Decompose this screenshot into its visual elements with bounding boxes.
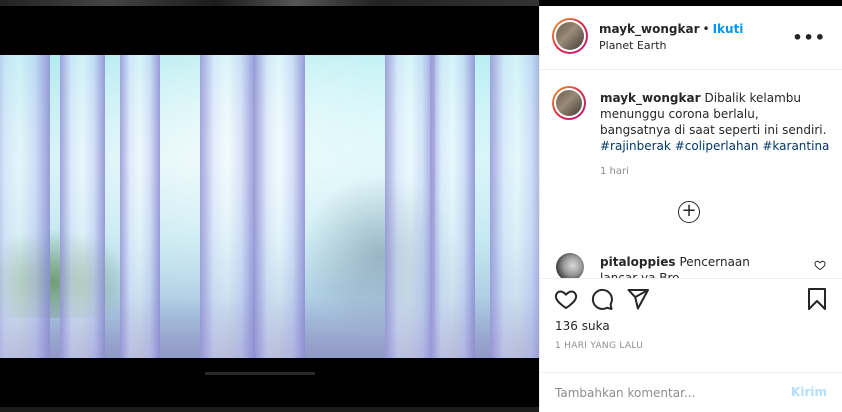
post-header: mayk_wongkar • Ikuti Planet Earth ••• [540, 6, 842, 70]
add-circle-icon[interactable]: + [678, 201, 700, 223]
comment-username[interactable]: pitaloppies [600, 255, 675, 269]
feed-peek-top [0, 0, 539, 6]
curtain-fold [120, 55, 160, 358]
video-progress-bar[interactable] [205, 372, 315, 375]
action-bar: 136 suka 1 HARI YANG LALU [540, 278, 842, 372]
comment-text: pitaloppies Pencernaan lancar ya Bro [600, 254, 790, 278]
username-link[interactable]: mayk_wongkar [599, 22, 700, 36]
profile-picture [556, 22, 584, 50]
profile-picture [556, 90, 582, 116]
follow-button[interactable]: Ikuti [713, 22, 744, 36]
comments-section[interactable]: mayk_wongkar Dibalik kelambu menunggu cor… [540, 70, 842, 278]
post-details-panel: mayk_wongkar • Ikuti Planet Earth ••• mayk… [539, 6, 842, 412]
caption-text: mayk_wongkar Dibalik kelambu menunggu cor… [600, 90, 830, 154]
hashtag-link[interactable]: #karantina [762, 139, 829, 153]
post-date: 1 HARI YANG LALU [555, 341, 644, 351]
add-comment-bar: Kirim [540, 372, 842, 412]
curtain-fold [490, 55, 539, 358]
curtain-fold [430, 55, 475, 358]
bookmark-icon[interactable] [805, 287, 829, 311]
separator-dot: • [702, 22, 710, 36]
location-link[interactable]: Planet Earth [599, 39, 666, 52]
comment-icon[interactable] [590, 287, 614, 311]
video-frame[interactable] [0, 55, 539, 358]
curtain-fold [0, 55, 50, 358]
curtain-fold [385, 55, 435, 358]
curtain-fold [200, 55, 255, 358]
share-icon[interactable] [626, 287, 650, 311]
curtain-fold [60, 55, 105, 358]
likes-count[interactable]: 136 suka [555, 319, 610, 333]
post-comment-button[interactable]: Kirim [791, 385, 827, 399]
comment-item: pitaloppies Pencernaan lancar ya Bro [552, 251, 832, 278]
caption-avatar[interactable] [552, 86, 586, 120]
caption-timestamp[interactable]: 1 hari [600, 166, 629, 177]
hashtag-link[interactable]: #coliperlahan [675, 139, 759, 153]
avatar[interactable] [552, 18, 588, 54]
header-user-line: mayk_wongkar • Ikuti [599, 22, 743, 36]
hashtag-link[interactable]: #rajinberak [600, 139, 671, 153]
feed-peek-bottom [0, 407, 539, 412]
heart-icon[interactable] [554, 287, 578, 311]
caption-username[interactable]: mayk_wongkar [600, 91, 701, 105]
more-icon[interactable]: ••• [792, 28, 826, 47]
post-media[interactable] [0, 0, 539, 412]
comment-input[interactable] [555, 381, 785, 405]
commenter-avatar[interactable] [556, 253, 584, 278]
comment-like-icon[interactable] [814, 259, 826, 274]
curtain-fold [255, 55, 305, 358]
